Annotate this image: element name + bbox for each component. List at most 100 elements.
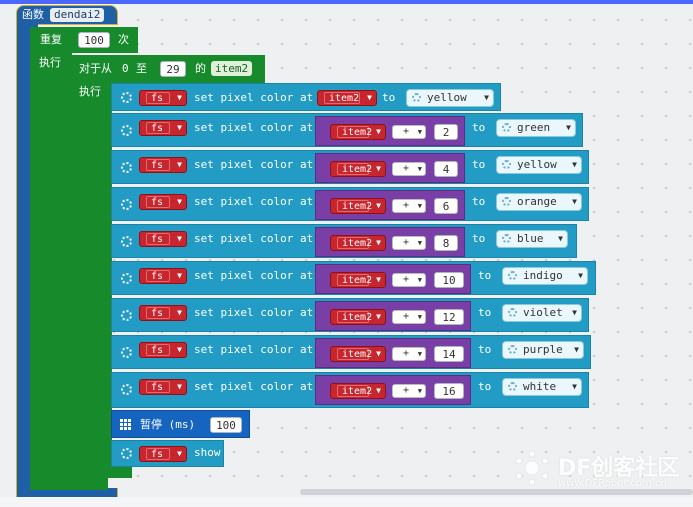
index-variable-label: item2 [337, 237, 372, 249]
color-dropdown[interactable]: yellow ▼ [406, 89, 494, 107]
set-pixel-color-block[interactable]: fs ▼ set pixel color at item2 ▼ + ▼ 4 to ye… [111, 150, 589, 184]
index-variable-dropdown[interactable]: item2 ▼ [330, 235, 386, 251]
offset-input[interactable]: 12 [434, 309, 464, 325]
for-variable-field[interactable]: item2 [211, 61, 253, 76]
chevron-down-icon: ▼ [376, 349, 381, 358]
strip-variable-label: fs [146, 448, 170, 460]
set-pixel-label: set pixel color at [194, 195, 314, 208]
strip-variable-dropdown[interactable]: fs ▼ [139, 305, 187, 321]
gear-icon[interactable] [121, 199, 132, 210]
strip-variable-dropdown[interactable]: fs ▼ [139, 194, 187, 210]
chevron-down-icon: ▼ [177, 345, 182, 354]
addition-block[interactable]: item2 ▼ + ▼ 2 [315, 116, 465, 146]
chevron-down-icon: ▼ [177, 234, 182, 243]
index-variable-dropdown[interactable]: item2 ▼ [330, 383, 386, 399]
chevron-down-icon: ▼ [417, 239, 422, 247]
offset-input[interactable]: 10 [434, 272, 464, 288]
offset-input[interactable]: 6 [434, 198, 458, 214]
gear-icon[interactable] [121, 162, 132, 173]
pause-block[interactable]: 暂停 (ms) 100 [111, 410, 250, 438]
color-dropdown[interactable]: white ▼ [502, 378, 582, 396]
index-variable-label: item2 [337, 200, 372, 212]
color-dropdown[interactable]: violet ▼ [502, 304, 582, 322]
operator-dropdown[interactable]: + ▼ [392, 236, 426, 250]
chevron-down-icon: ▼ [177, 271, 182, 280]
addition-block[interactable]: item2 ▼ + ▼ 4 [315, 153, 465, 183]
strip-variable-dropdown[interactable]: fs ▼ [139, 231, 187, 247]
offset-input[interactable]: 16 [434, 383, 464, 399]
addition-block[interactable]: item2 ▼ + ▼ 10 [315, 264, 471, 294]
set-pixel-color-block[interactable]: fs ▼ set pixel color at item2 ▼ + ▼ 6 to or… [111, 187, 589, 221]
set-pixel-color-block[interactable]: fs ▼ set pixel color at item2 ▼ to yellow ▼ [111, 83, 501, 111]
offset-input[interactable]: 4 [434, 161, 458, 177]
gear-icon[interactable] [121, 125, 132, 136]
set-pixel-color-block[interactable]: fs ▼ set pixel color at item2 ▼ + ▼ 16 to w… [111, 372, 589, 408]
strip-show-block[interactable]: fs ▼ show [111, 440, 224, 467]
gear-icon[interactable] [121, 384, 132, 395]
index-variable-dropdown[interactable]: item2 ▼ [330, 161, 386, 177]
gear-icon[interactable] [121, 273, 132, 284]
gear-icon[interactable] [121, 310, 132, 321]
operator-dropdown[interactable]: + ▼ [392, 162, 426, 176]
strip-variable-dropdown[interactable]: fs ▼ [139, 157, 187, 173]
offset-input[interactable]: 14 [434, 346, 464, 362]
repeat-count-input[interactable]: 100 [78, 32, 110, 48]
chevron-down-icon: ▼ [578, 271, 583, 280]
strip-variable-dropdown[interactable]: fs ▼ [139, 120, 187, 136]
strip-variable-dropdown[interactable]: fs ▼ [139, 268, 187, 284]
for-end-input[interactable]: 29 [160, 61, 186, 77]
function-definition-block[interactable]: 函数 dendai2 [16, 5, 118, 25]
color-dropdown[interactable]: indigo ▼ [502, 267, 588, 285]
addition-block[interactable]: item2 ▼ + ▼ 6 [315, 190, 465, 220]
index-variable-dropdown[interactable]: item2 ▼ [330, 272, 386, 288]
index-variable-label: item2 [337, 274, 372, 286]
operator-dropdown[interactable]: + ▼ [392, 347, 426, 361]
chevron-down-icon: ▼ [417, 202, 422, 210]
blocks-workspace[interactable]: 函数 dendai2 重复 100 次 执行 对于从 0 至 29 的 item… [0, 0, 693, 507]
index-variable-dropdown[interactable]: item2 ▼ [330, 346, 386, 362]
offset-input[interactable]: 2 [434, 124, 458, 140]
operator-dropdown[interactable]: + ▼ [392, 273, 426, 287]
strip-variable-dropdown[interactable]: fs ▼ [139, 446, 187, 462]
gear-icon[interactable] [121, 92, 132, 103]
pause-ms-input[interactable]: 100 [210, 417, 242, 433]
index-variable-dropdown[interactable]: item2 ▼ [330, 124, 386, 140]
gear-icon[interactable] [121, 347, 132, 358]
chevron-down-icon: ▼ [572, 308, 577, 317]
strip-variable-dropdown[interactable]: fs ▼ [139, 90, 187, 106]
color-label: yellow [427, 91, 467, 104]
operator-dropdown[interactable]: + ▼ [392, 310, 426, 324]
strip-variable-dropdown[interactable]: fs ▼ [139, 379, 187, 395]
gear-icon[interactable] [121, 236, 132, 247]
color-dropdown[interactable]: yellow ▼ [496, 156, 582, 174]
color-dropdown[interactable]: purple ▼ [502, 341, 584, 359]
function-name-field[interactable]: dendai2 [50, 8, 105, 22]
offset-input[interactable]: 8 [434, 235, 458, 251]
index-variable-dropdown[interactable]: item2 ▼ [330, 309, 386, 325]
set-pixel-color-block[interactable]: fs ▼ set pixel color at item2 ▼ + ▼ 14 to p… [111, 335, 591, 369]
set-pixel-color-block[interactable]: fs ▼ set pixel color at item2 ▼ + ▼ 12 to v… [111, 298, 589, 332]
color-dropdown[interactable]: green ▼ [496, 119, 576, 137]
for-range-block[interactable]: 对于从 0 至 29 的 item2 [72, 55, 265, 83]
addition-block[interactable]: item2 ▼ + ▼ 12 [315, 301, 471, 331]
show-label: show [194, 446, 221, 459]
operator-label: + [403, 385, 410, 396]
gear-icon[interactable] [121, 448, 132, 459]
strip-variable-dropdown[interactable]: fs ▼ [139, 342, 187, 358]
addition-block[interactable]: item2 ▼ + ▼ 14 [315, 338, 471, 368]
addition-block[interactable]: item2 ▼ + ▼ 16 [315, 375, 471, 405]
operator-dropdown[interactable]: + ▼ [392, 384, 426, 398]
addition-block[interactable]: item2 ▼ + ▼ 8 [315, 227, 465, 257]
operator-dropdown[interactable]: + ▼ [392, 125, 426, 139]
color-dropdown[interactable]: blue ▼ [496, 230, 568, 248]
set-pixel-color-block[interactable]: fs ▼ set pixel color at item2 ▼ + ▼ 8 to bl… [111, 224, 577, 258]
color-dots-icon [412, 93, 421, 102]
index-variable-dropdown[interactable]: item2 ▼ [317, 90, 377, 106]
set-pixel-color-block[interactable]: fs ▼ set pixel color at item2 ▼ + ▼ 10 to i… [111, 261, 596, 295]
index-variable-dropdown[interactable]: item2 ▼ [330, 198, 386, 214]
color-dropdown[interactable]: orange ▼ [496, 193, 582, 211]
repeat-block[interactable]: 重复 100 次 [30, 27, 138, 53]
set-pixel-color-block[interactable]: fs ▼ set pixel color at item2 ▼ + ▼ 2 to gr… [111, 113, 583, 147]
color-label: orange [517, 195, 557, 208]
operator-dropdown[interactable]: + ▼ [392, 199, 426, 213]
